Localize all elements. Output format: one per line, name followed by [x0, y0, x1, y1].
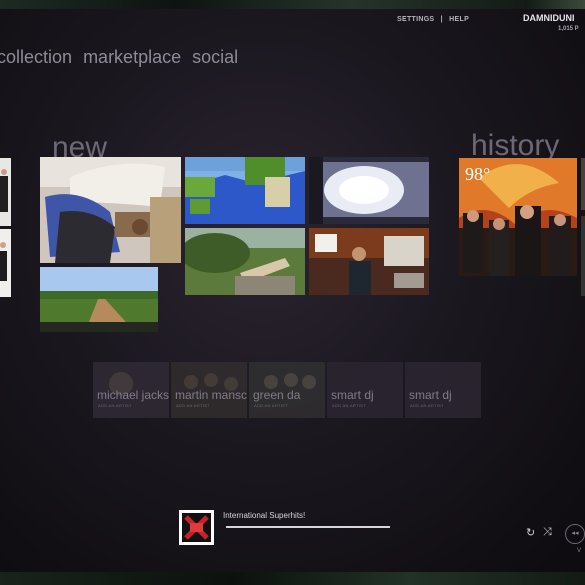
thumbnail-tile[interactable]	[40, 157, 181, 263]
thumbnail-tile[interactable]	[581, 158, 585, 210]
thumbnail-tile[interactable]	[309, 228, 429, 295]
playback-progress-bar[interactable]	[226, 526, 390, 528]
album-art-tile[interactable]: 98°	[459, 158, 577, 276]
progress-fill	[226, 526, 390, 528]
thumbnail-tile[interactable]	[0, 229, 11, 297]
link-separator: |	[440, 16, 443, 23]
pin-tile[interactable]: michael jackson ADD AN ARTIST	[93, 362, 169, 418]
pin-sublabel: ADD AN ARTIST	[410, 403, 444, 408]
points-balance: 1,015 P	[558, 26, 579, 32]
pin-sublabel: ADD AN ARTIST	[332, 403, 366, 408]
pin-tile[interactable]: smart dj ADD AN ARTIST	[327, 362, 403, 418]
volume-label[interactable]: V	[577, 548, 581, 554]
zune-window: SETTINGS | HELP DAMNIDUNI 1,015 P collec…	[0, 9, 585, 572]
album-title: 98°	[465, 164, 491, 184]
desktop-strip-top	[0, 0, 585, 9]
pin-label: smart dj	[331, 388, 374, 402]
thumbnail-tile[interactable]	[0, 158, 11, 226]
pin-sublabel: ADD AN ARTIST	[254, 403, 288, 408]
desktop-strip-bottom	[0, 572, 585, 585]
pin-label: michael jackson	[97, 388, 169, 402]
shuffle-icon[interactable]: ⤨	[543, 526, 552, 539]
top-links: SETTINGS | HELP	[397, 16, 473, 23]
thumbnail-tile[interactable]	[40, 267, 158, 332]
thumbnail-tile[interactable]	[309, 157, 429, 224]
repeat-icon[interactable]: ↻	[526, 526, 535, 539]
previous-icon[interactable]: ◂◂	[565, 524, 585, 544]
nav-item-marketplace[interactable]: marketplace	[83, 47, 181, 67]
thumbnail-tile[interactable]	[581, 216, 585, 296]
nav-item-collection[interactable]: collection	[0, 47, 72, 67]
pin-sublabel: ADD AN ARTIST	[98, 403, 132, 408]
settings-link[interactable]: SETTINGS	[397, 16, 434, 23]
help-link[interactable]: HELP	[449, 16, 469, 23]
main-nav: collection marketplace social	[0, 47, 244, 68]
username[interactable]: DAMNIDUNI	[523, 13, 575, 23]
pin-tile[interactable]: smart dj ADD AN ARTIST	[405, 362, 481, 418]
pin-label: martin mansc	[175, 388, 247, 402]
pin-sublabel: ADD AN ARTIST	[176, 403, 210, 408]
now-playing-title[interactable]: International Superhits!	[223, 511, 305, 520]
pin-label: green da	[253, 388, 301, 402]
pin-tile[interactable]: martin mansc ADD AN ARTIST	[171, 362, 247, 418]
now-playing-album-art[interactable]	[179, 510, 214, 545]
pin-tile[interactable]: green da ADD AN ARTIST	[249, 362, 325, 418]
thumbnail-tile[interactable]	[185, 228, 305, 295]
thumbnail-tile[interactable]	[185, 157, 305, 224]
nav-item-social[interactable]: social	[192, 47, 238, 67]
pin-label: smart dj	[409, 388, 452, 402]
